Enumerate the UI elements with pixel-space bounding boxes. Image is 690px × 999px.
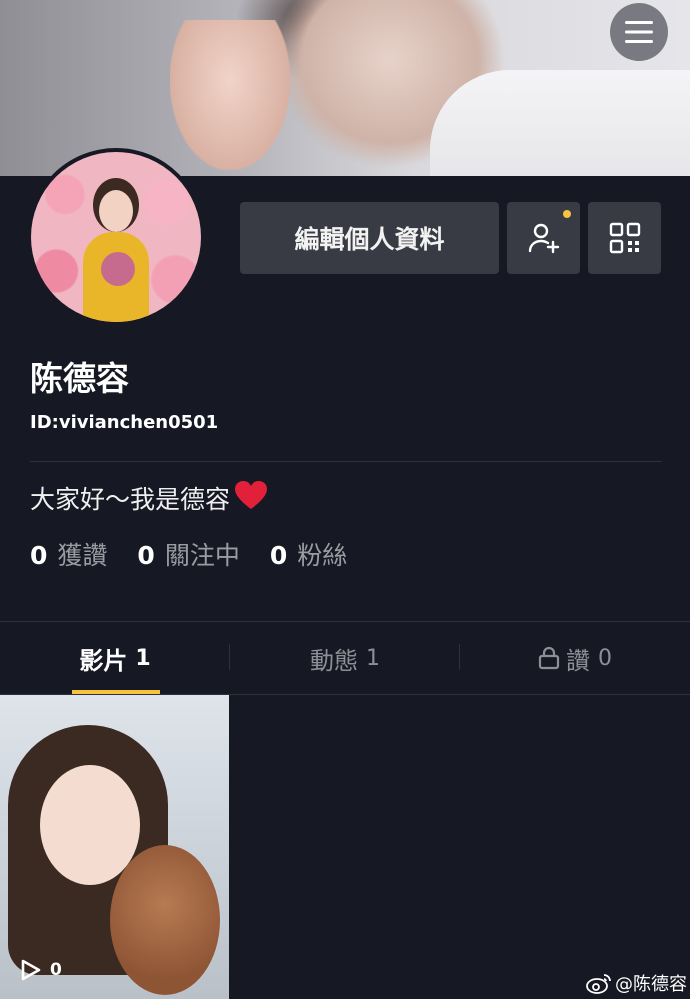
qr-code-button[interactable]	[588, 202, 661, 274]
avatar[interactable]	[27, 148, 205, 326]
avatar-image	[31, 152, 201, 322]
video-play-count: 0	[18, 958, 62, 982]
stats: 0 獲讚 0 關注中 0 粉絲	[30, 536, 347, 572]
hamburger-menu-icon	[625, 21, 653, 43]
heart-emoji	[234, 480, 268, 516]
qr-code-icon	[609, 222, 640, 254]
profile-id: ID:vivianchen0501	[30, 412, 219, 433]
bio: 大家好～我是德容 ❤️	[30, 480, 268, 516]
notification-dot	[563, 210, 571, 218]
play-icon	[21, 959, 41, 981]
profile-tabs: 影片 1 動態 1 讚0	[0, 622, 690, 694]
bio-text: 大家好～我是德容	[30, 485, 231, 514]
lock-icon	[538, 646, 560, 670]
stat-following[interactable]: 0 關注中	[137, 536, 239, 572]
edit-profile-button[interactable]: 編輯個人資料	[240, 202, 499, 274]
tab-liked[interactable]: 讚0	[460, 622, 690, 694]
stat-likes[interactable]: 0 獲讚	[30, 536, 107, 572]
tab-posts[interactable]: 動態 1	[230, 622, 460, 694]
watermark: @陈德容	[585, 970, 687, 996]
profile-name: 陈德容	[30, 359, 129, 398]
divider	[30, 461, 662, 462]
add-user-icon	[528, 223, 559, 254]
tab-videos[interactable]: 影片 1	[0, 622, 230, 694]
add-friend-button[interactable]	[507, 202, 580, 274]
stat-followers[interactable]: 0 粉絲	[270, 536, 347, 572]
video-thumbnail[interactable]	[0, 695, 229, 999]
menu-button[interactable]	[610, 3, 668, 61]
weibo-icon	[586, 974, 611, 994]
